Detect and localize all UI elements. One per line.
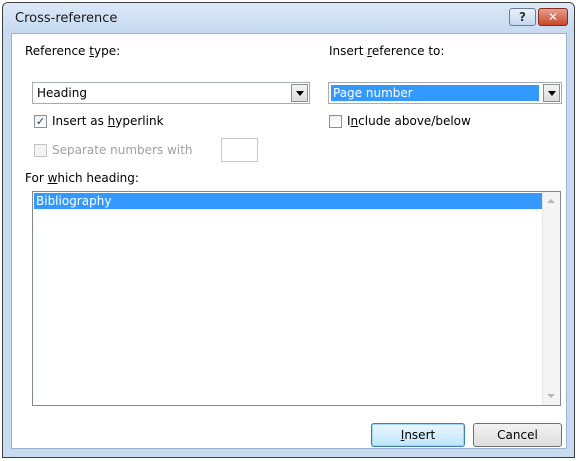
checkmark-icon: ✓ bbox=[35, 115, 46, 128]
title-bar[interactable]: Cross-reference ? ✕ bbox=[3, 3, 574, 33]
insert-as-hyperlink-checkbox[interactable]: ✓ bbox=[34, 115, 47, 128]
insert-as-hyperlink-label[interactable]: Insert as hyperlink bbox=[52, 114, 164, 128]
insert-reference-to-select[interactable]: Page number bbox=[328, 82, 562, 104]
scroll-up-icon[interactable] bbox=[547, 199, 555, 203]
chevron-down-icon bbox=[295, 90, 304, 96]
for-which-heading-label: For which heading: bbox=[25, 171, 139, 185]
scroll-down-icon[interactable] bbox=[547, 394, 555, 398]
include-above-below-label[interactable]: Include above/below bbox=[347, 114, 471, 128]
dialog-body: Reference type: Heading Insert reference… bbox=[11, 33, 567, 449]
close-button[interactable]: ✕ bbox=[538, 8, 568, 26]
listbox-scrollbar[interactable] bbox=[542, 192, 560, 405]
cancel-button-label: Cancel bbox=[497, 428, 538, 442]
reference-type-dropdown-button[interactable] bbox=[291, 84, 308, 102]
insert-reference-to-label: Insert reference to: bbox=[329, 44, 445, 58]
heading-listbox[interactable]: Bibliography bbox=[32, 191, 561, 406]
separate-numbers-label: Separate numbers with bbox=[52, 143, 193, 157]
reference-type-value: Heading bbox=[37, 86, 87, 100]
separate-numbers-checkbox[interactable] bbox=[34, 144, 47, 157]
help-button[interactable]: ? bbox=[509, 8, 536, 26]
chevron-down-icon bbox=[547, 90, 556, 96]
list-item[interactable]: Bibliography bbox=[34, 193, 543, 209]
insert-button[interactable]: Insert bbox=[371, 423, 465, 447]
help-icon: ? bbox=[519, 10, 526, 24]
cancel-button[interactable]: Cancel bbox=[473, 423, 562, 447]
close-icon: ✕ bbox=[547, 10, 559, 24]
include-above-below-checkbox[interactable] bbox=[329, 115, 342, 128]
dialog-title: Cross-reference bbox=[15, 11, 118, 26]
reference-type-label: Reference type: bbox=[25, 44, 121, 58]
separate-numbers-input[interactable] bbox=[221, 138, 258, 162]
insert-reference-to-value: Page number bbox=[331, 85, 539, 101]
insert-button-label: Insert bbox=[400, 428, 436, 442]
insert-reference-to-dropdown-button[interactable] bbox=[543, 84, 560, 102]
cross-reference-dialog: Cross-reference ? ✕ Reference type: Head… bbox=[2, 2, 575, 458]
reference-type-select[interactable]: Heading bbox=[32, 82, 310, 104]
